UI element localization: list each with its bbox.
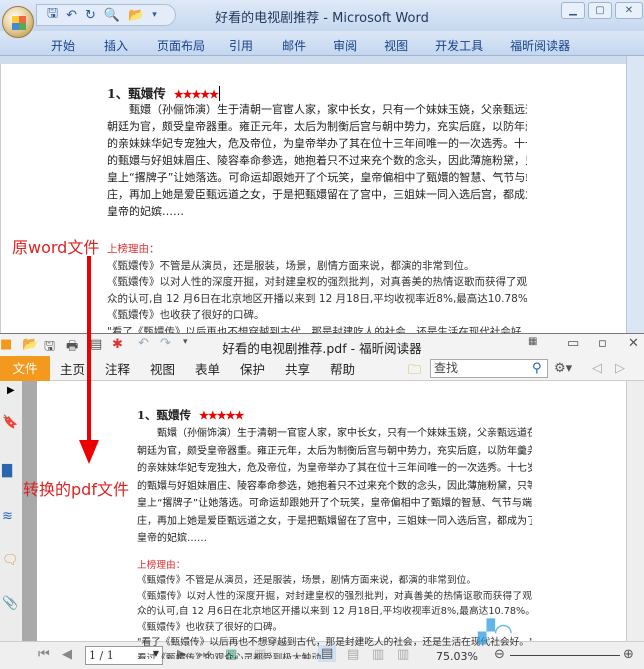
search-input[interactable]: 查找 xyxy=(430,359,548,378)
folder-search-icon[interactable]: 🗀 xyxy=(408,361,421,383)
tab-protect[interactable]: 保护 xyxy=(230,359,275,378)
tab-share[interactable]: 共享 xyxy=(275,359,320,378)
window-title: 好看的电视剧推荐 - Microsoft Word xyxy=(215,11,429,26)
office-logo-icon xyxy=(12,16,26,30)
tab-view[interactable]: 视图 xyxy=(384,31,408,55)
arrow-head-icon xyxy=(79,440,99,464)
next-icon[interactable]: ▷ xyxy=(615,361,625,376)
reason-title: 上榜理由： xyxy=(137,559,186,571)
reason-line: "看了《甄嬛传》以后再也不想穿越到古代，那是封建吃人的社会，还是生活在现代社会好… xyxy=(137,637,532,648)
layout-icon[interactable]: ▦ xyxy=(528,336,537,347)
body-line: 的亲妹妹华妃专宠独大，危及帝位，为皇帝举办了其在位十三年间唯一的一次选秀。十七岁 xyxy=(137,463,532,474)
maximize-button[interactable]: ▫ xyxy=(598,336,607,351)
tab-insert[interactable]: 插入 xyxy=(104,31,128,55)
tab-foxit-reader[interactable]: 福昕阅读器 xyxy=(510,31,570,55)
body-line: 皇帝的妃嫔…… xyxy=(137,533,207,544)
heading-text: 1、甄嬛传 xyxy=(137,408,192,422)
tab-references[interactable]: 引用 xyxy=(229,31,253,55)
body-line: 皇上“撂牌子”让她落选。可命运却跟她开了个玩笑，皇帝偏相中了甄嬛的智慧、气节与端 xyxy=(107,171,527,184)
heading-text: 1、甄嬛传 xyxy=(107,86,166,101)
heading: 1、甄嬛传 ★★★★★ xyxy=(137,407,532,425)
reason-line: 《甄嬛传》以对人性的深度开掘，对封建皇权的强烈批判，对真善美的热情讴歌而获得了观 xyxy=(137,590,532,602)
annotation-arrow xyxy=(87,256,91,446)
vertical-scrollbar[interactable] xyxy=(626,381,644,641)
body-line: 皇帝的妃嫔…… xyxy=(107,205,184,218)
tab-form[interactable]: 表单 xyxy=(185,359,230,378)
word-document-content: 1、甄嬛传 ★★★★★ 甄嬛（孙俪饰演）生于清朝一官宦人家，家中长女，只有一个妹妹… xyxy=(107,83,527,357)
bookmark-icon[interactable]: 🔖 xyxy=(2,415,18,430)
ruler xyxy=(0,56,644,64)
star-rating: ★★★★★ xyxy=(199,409,244,422)
tab-view[interactable]: 视图 xyxy=(140,359,185,378)
body-line: 的亲妹妹华妃专宠独大，危及帝位，为皇帝举办了其在位十三年间唯一的一次选秀。十七岁 xyxy=(107,137,527,150)
reason-line: 众的认可,自 12 月6日在北京地区开播以来到 12 月18日,平均收视率近8%… xyxy=(137,606,532,617)
pdf-file-annotation: 转换的pdf文件 xyxy=(23,480,129,499)
reason-line: 《甄嬛传》不管是从演员，还是服装，场景，剧情方面来说，都演的非常到位。 xyxy=(107,259,475,272)
body-line: 朝廷为官，颇受皇帝器重。雍正元年，太后为制衡后宫与朝中势力，充实后庭，以防年羹尧 xyxy=(107,120,527,133)
close-button[interactable]: ✕ xyxy=(615,2,643,19)
pages-icon[interactable]: ▇ xyxy=(2,463,12,478)
layers-icon[interactable]: ≋ xyxy=(2,509,13,524)
close-button[interactable]: ✕ xyxy=(628,336,639,351)
body-line: 朝廷为官，颇受皇帝器重。雍正元年，太后为制衡后宫与朝中势力，充实后庭，以防年羹尧 xyxy=(137,445,532,457)
reason-line: 《甄嬛传》也收获了很好的口碑。 xyxy=(137,621,283,633)
tab-developer[interactable]: 开发工具 xyxy=(435,31,483,55)
word-file-annotation: 原word文件 xyxy=(12,238,100,257)
ribbon-tabs: 开始 插入 页面布局 引用 邮件 审阅 视图 开发工具 福昕阅读器 xyxy=(0,31,644,56)
tab-file[interactable]: 文件 xyxy=(0,355,50,381)
window-title: 好看的电视剧推荐.pdf - 福昕阅读器 xyxy=(222,341,422,356)
reason-line: 《甄嬛传》不管是从演员，还是服装，场景，剧情方面来说，都演的非常到位。 xyxy=(137,575,477,586)
tab-comment[interactable]: 注释 xyxy=(95,359,140,378)
vertical-scrollbar[interactable] xyxy=(626,56,644,334)
office-button[interactable] xyxy=(2,6,34,38)
prev-page-icon[interactable]: ◀ xyxy=(62,647,72,662)
body-line: 庄，再加上她是爱臣甄远道之女，于是把甄嬛留在了宫中，三姐妹一同入选后宫，都成为了 xyxy=(137,515,532,527)
minimize-button[interactable]: ▁ xyxy=(561,2,585,19)
maximize-button[interactable]: ▢ xyxy=(588,2,612,19)
reason-line: 众的认可,自 12 月6日在北京地区开播以来到 12 月18日,平均收视率近8%… xyxy=(107,292,527,305)
tab-review[interactable]: 审阅 xyxy=(333,31,357,55)
body-line: 甄嬛（孙俪饰演）生于清朝一官宦人家，家中长女，只有一个妹妹玉娆，父亲甄远道在 xyxy=(137,428,532,439)
foxit-title-bar: ■ 📂 🖫 🖶 ▤ ✱ ↶ ↷ ▾ 好看的电视剧推荐.pdf - 福昕阅读器 ▦… xyxy=(0,334,644,356)
tab-page-layout[interactable]: 页面布局 xyxy=(157,31,205,55)
panel-splitter[interactable] xyxy=(22,381,37,641)
tab-mailings[interactable]: 邮件 xyxy=(282,31,306,55)
body-line: 皇上“撂牌子”让她落选。可命运却跟她开了个玩笑，皇帝偏相中了甄嬛的智慧、气节与端 xyxy=(137,498,532,509)
reason-line: 《甄嬛传》也收获了很好的口碑。 xyxy=(107,309,265,321)
reason-line: 《甄嬛传》以对人性的深度开掘，对封建皇权的强烈批判，对真善美的热情讴歌而获得了观 xyxy=(107,276,527,288)
first-page-icon[interactable]: ⏮ xyxy=(38,647,50,662)
body-line: 的甄嬛与好姐妹眉庄、陵容奉命参选，她抱着只不过来充个数的念头，因此薄施粉黛，只等 xyxy=(137,480,532,492)
settings-icon[interactable]: ⚙▾ xyxy=(554,361,572,376)
attachments-icon[interactable]: 📎 xyxy=(2,596,18,611)
prev-icon[interactable]: ◁ xyxy=(592,361,602,376)
comments-icon[interactable]: 🗨 xyxy=(2,553,19,568)
heading: 1、甄嬛传 ★★★★★ xyxy=(107,83,527,101)
expand-panel-icon[interactable]: ▶ xyxy=(7,385,15,396)
zoom-in-icon[interactable]: ⊕ xyxy=(623,647,634,662)
reason-title: 上榜理由： xyxy=(107,243,160,255)
tab-help[interactable]: 帮助 xyxy=(320,359,365,378)
pdf-document-content: 1、甄嬛传 ★★★★★ 甄嬛（孙俪饰演）生于清朝一官宦人家，家中长女，只有一个妹妹… xyxy=(137,407,532,659)
page-number-value: 1 / 1 xyxy=(89,649,114,662)
minimize-button[interactable]: ▭ xyxy=(567,336,579,351)
body-line: 甄嬛（孙俪饰演）生于清朝一官宦人家，家中长女，只有一个妹妹玉娆，父亲甄远道在 xyxy=(107,103,527,116)
search-icon[interactable]: ⚲ xyxy=(532,361,542,376)
reason-line: 看过《甄嬛传》的观众心灵都受到极大触动。 xyxy=(137,652,331,659)
body-line: 的甄嬛与好姐妹眉庄、陵容奉命参选，她抱着只不过来充个数的念头，因此薄施粉黛，只等 xyxy=(107,154,527,167)
text-cursor xyxy=(219,86,221,101)
star-rating: ★★★★★ xyxy=(173,88,219,101)
tab-home[interactable]: 开始 xyxy=(51,31,75,55)
body-line: 庄，再加上她是爱臣甄远道之女，于是把甄嬛留在了宫中，三姐妹一同入选后宫，都成为了 xyxy=(107,188,527,201)
watermark-logo: ▞◠ xyxy=(478,620,512,645)
navigation-panel: ▶ 🔖 ▇ ≋ 🗨 📎 xyxy=(0,381,22,641)
